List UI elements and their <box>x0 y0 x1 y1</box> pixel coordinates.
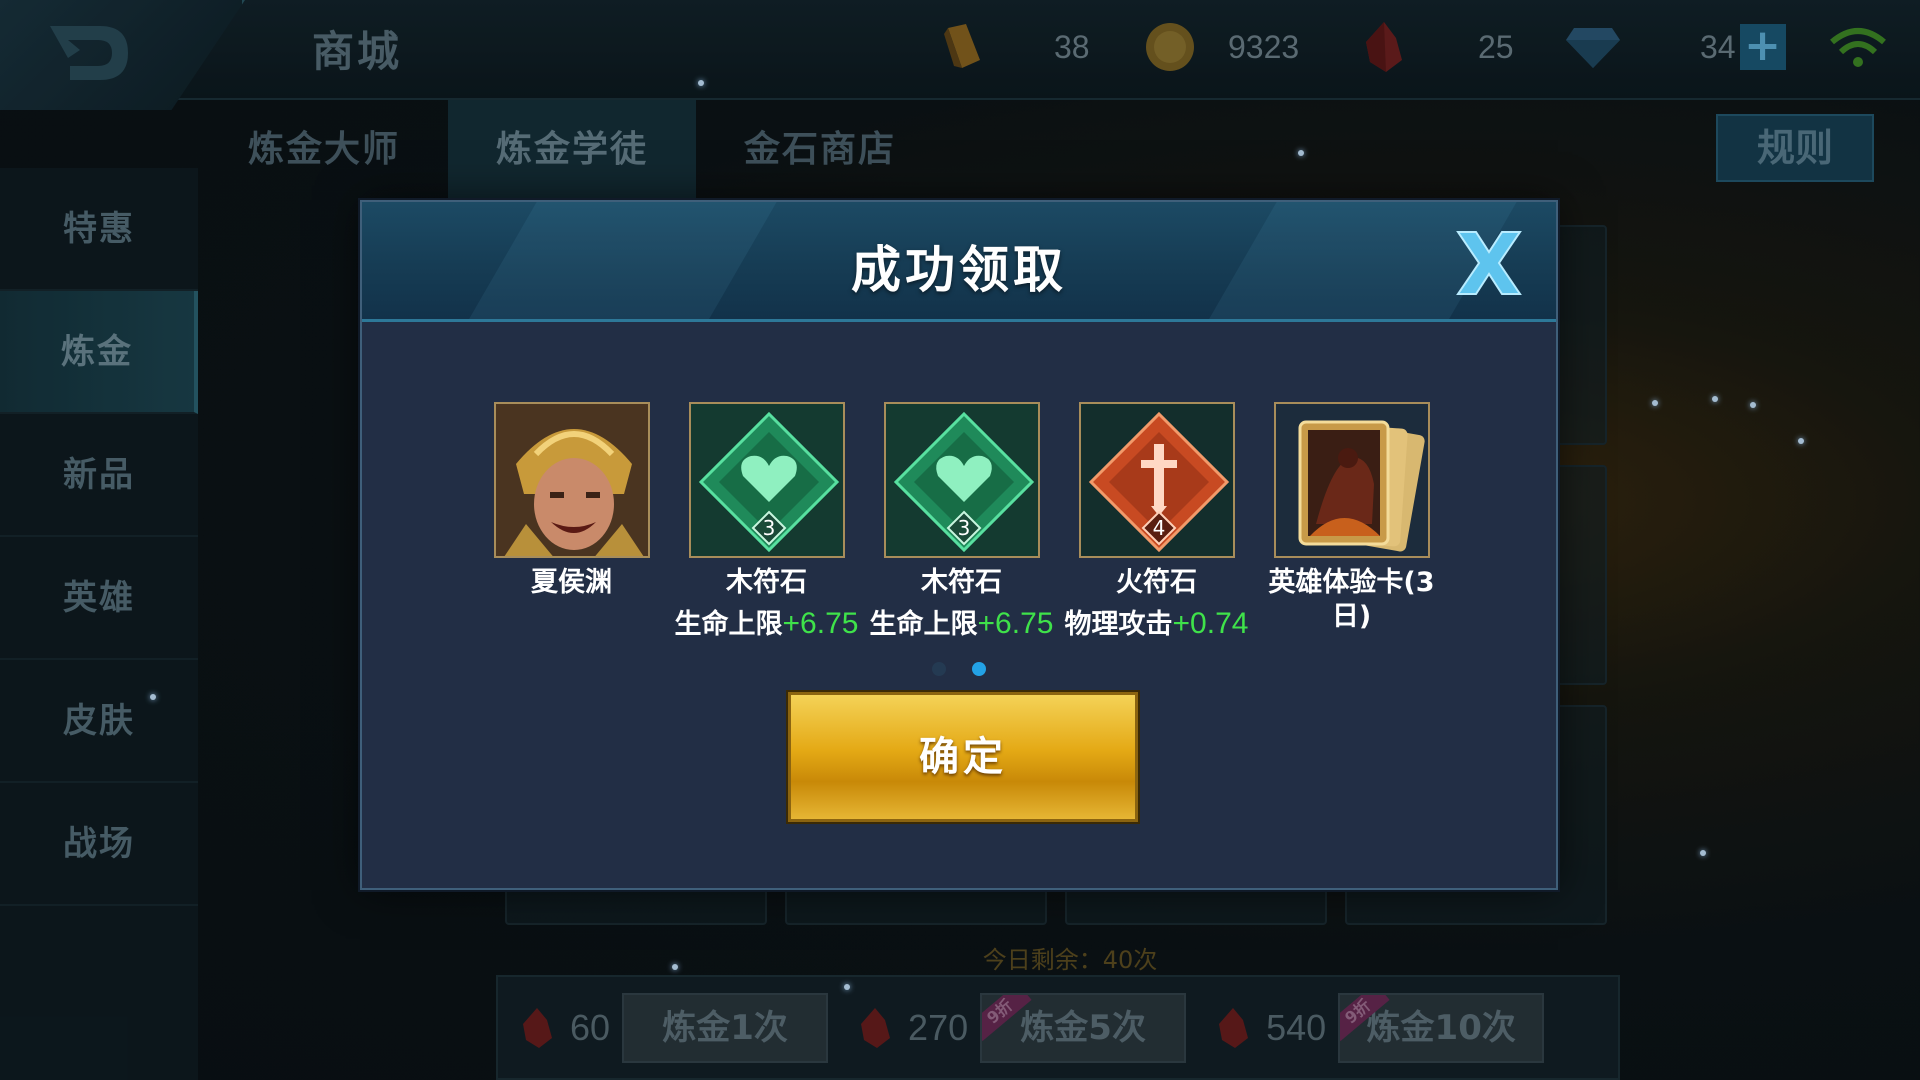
reward-pager <box>932 662 986 676</box>
confirm-button[interactable]: 确定 <box>788 692 1138 822</box>
reward-stat: 物理攻击+0.74 <box>1059 602 1254 641</box>
stat-label: 生命上限 <box>674 609 783 640</box>
reward-item[interactable]: 英雄体验卡(3日) <box>1254 402 1449 634</box>
dialog-header: 成功领取 <box>362 202 1556 322</box>
stat-label: 生命上限 <box>869 609 978 640</box>
stat-value: +0.74 <box>1172 607 1249 640</box>
reward-stat: 生命上限+6.75 <box>864 602 1059 641</box>
reward-name: 英雄体验卡(3日) <box>1268 567 1435 632</box>
wood-rune-icon: 3 <box>883 402 1040 558</box>
reward-item[interactable]: 3 木符石 生命上限+6.75 <box>669 402 864 641</box>
rune-level: 3 <box>957 516 970 540</box>
reward-item[interactable]: 3 木符石 生命上限+6.75 <box>864 402 1059 641</box>
stat-label: 物理攻击 <box>1064 609 1173 640</box>
fire-rune-icon: 4 <box>1078 402 1235 558</box>
stat-value: +6.75 <box>977 607 1054 640</box>
reward-name: 夏侯渊 <box>531 567 612 598</box>
hero-portrait-icon <box>493 402 650 558</box>
reward-dialog: 成功领取 夏侯渊 3 木符石 生命上限+6.75 3 木符石 生命上限+6.75… <box>360 200 1558 890</box>
pager-dot[interactable] <box>932 662 946 676</box>
reward-name: 木符石 <box>921 567 1002 598</box>
wood-rune-icon: 3 <box>688 402 845 558</box>
dialog-title: 成功领取 <box>851 241 1067 299</box>
pager-dot-active[interactable] <box>972 662 986 676</box>
reward-item[interactable]: 4 火符石 物理攻击+0.74 <box>1059 402 1254 641</box>
reward-name: 木符石 <box>726 567 807 598</box>
stat-value: +6.75 <box>782 607 859 640</box>
close-icon[interactable] <box>1452 226 1526 300</box>
hero-trial-card-icon <box>1273 402 1430 558</box>
reward-name: 火符石 <box>1116 567 1197 598</box>
reward-item[interactable]: 夏侯渊 <box>474 402 669 600</box>
reward-stat: 生命上限+6.75 <box>669 602 864 641</box>
rune-level: 3 <box>762 516 775 540</box>
rune-level: 4 <box>1152 516 1165 540</box>
